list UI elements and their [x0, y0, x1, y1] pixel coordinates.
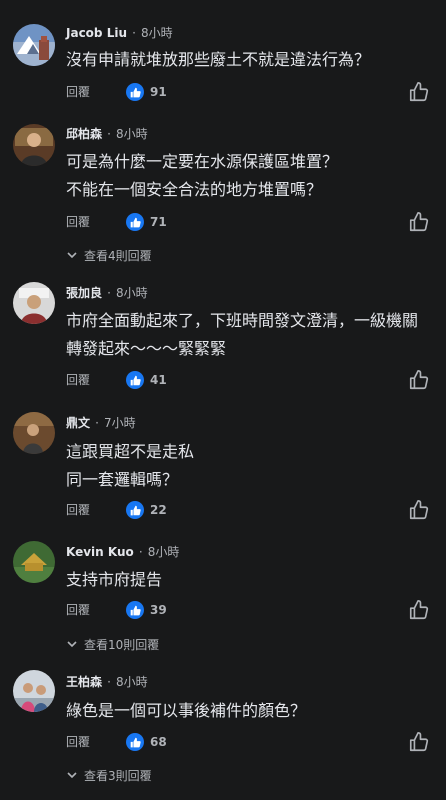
separator-dot: · — [138, 545, 143, 559]
comment-actions: 回覆 22 — [66, 499, 438, 521]
separator-dot: · — [107, 286, 111, 300]
thumbs-up-icon[interactable] — [408, 81, 430, 103]
comment-actions: 回覆 68 — [66, 731, 438, 753]
commenter-name[interactable]: 鼎文 — [66, 416, 90, 430]
commenter-name[interactable]: 王柏森 — [66, 675, 102, 689]
view-replies-link[interactable]: 查看4則回覆 — [66, 246, 152, 264]
comment-text: 支持市府提告 — [66, 566, 436, 594]
like-badge-icon — [126, 501, 144, 519]
like-badge-icon — [126, 733, 144, 751]
comment-line: 不能在一個安全合法的地方堆置嗎？ — [66, 180, 323, 199]
chevron-down-icon — [66, 249, 78, 261]
chevron-down-icon — [66, 638, 78, 650]
view-replies-link[interactable]: 查看10則回覆 — [66, 635, 159, 653]
reply-button[interactable]: 回覆 — [66, 214, 90, 230]
comment-line: 市府全面動起來了，下班時間發文澄清，一級機關 — [66, 311, 419, 330]
like-summary[interactable]: 22 — [126, 499, 167, 521]
comment-line: 沒有申請就堆放那些廢土不就是違法行為？ — [66, 50, 371, 69]
comment-actions: 回覆 91 — [66, 81, 438, 103]
comment-actions: 回覆 39 — [66, 599, 438, 621]
comment-line: 這跟買超不是走私 — [66, 442, 195, 461]
like-count: 91 — [150, 85, 167, 99]
like-badge-icon — [126, 213, 144, 231]
separator-dot: · — [132, 26, 136, 40]
comment-time[interactable]: 7小時 — [104, 416, 136, 430]
comment-line: 同一套邏輯嗎？ — [66, 470, 179, 489]
like-badge-icon — [126, 83, 144, 101]
comment-line: 綠色是一個可以事後補件的顏色？ — [66, 701, 307, 720]
commenter-name[interactable]: Jacob Liu — [66, 26, 127, 40]
reply-button[interactable]: 回覆 — [66, 84, 90, 100]
separator-dot: · — [107, 675, 111, 689]
comment-time[interactable]: 8小時 — [116, 675, 148, 689]
avatar[interactable] — [13, 670, 55, 712]
comment-line: 支持市府提告 — [66, 570, 163, 589]
thumbs-up-icon[interactable] — [408, 599, 430, 621]
like-count: 39 — [150, 603, 167, 617]
commenter-name[interactable]: 邱柏森 — [66, 127, 102, 141]
view-replies-link[interactable]: 查看3則回覆 — [66, 766, 152, 784]
commenter-name[interactable]: 張加良 — [66, 286, 102, 300]
like-badge-icon — [126, 371, 144, 389]
like-summary[interactable]: 41 — [126, 369, 167, 391]
like-count: 22 — [150, 503, 167, 517]
comment-header: 王柏森 · 8小時 — [66, 672, 148, 690]
avatar[interactable] — [13, 541, 55, 583]
like-summary[interactable]: 68 — [126, 731, 167, 753]
reply-button[interactable]: 回覆 — [66, 602, 90, 618]
comment-text: 綠色是一個可以事後補件的顏色？ — [66, 697, 436, 725]
like-count: 71 — [150, 215, 167, 229]
separator-dot: · — [107, 127, 111, 141]
reply-button[interactable]: 回覆 — [66, 502, 90, 518]
comment-text: 沒有申請就堆放那些廢土不就是違法行為？ — [66, 46, 436, 74]
like-summary[interactable]: 71 — [126, 211, 167, 233]
reply-button[interactable]: 回覆 — [66, 372, 90, 388]
commenter-name[interactable]: Kevin Kuo — [66, 545, 134, 559]
separator-dot: · — [95, 416, 99, 430]
thumbs-up-icon[interactable] — [408, 211, 430, 233]
thumbs-up-icon[interactable] — [408, 369, 430, 391]
like-badge-icon — [126, 601, 144, 619]
view-replies-label: 查看3則回覆 — [84, 768, 152, 783]
avatar[interactable] — [13, 124, 55, 166]
comment-header: 邱柏森 · 8小時 — [66, 124, 148, 142]
reply-button[interactable]: 回覆 — [66, 734, 90, 750]
comment-header: 鼎文 · 7小時 — [66, 413, 136, 431]
comment-time[interactable]: 8小時 — [116, 127, 148, 141]
comment-actions: 回覆 41 — [66, 369, 438, 391]
like-count: 68 — [150, 735, 167, 749]
comment-time[interactable]: 8小時 — [141, 26, 173, 40]
like-summary[interactable]: 39 — [126, 599, 167, 621]
comment-line: 轉發起來～～～緊緊緊 — [66, 339, 227, 358]
comment-header: Kevin Kuo · 8小時 — [66, 542, 179, 560]
thumbs-up-icon[interactable] — [408, 731, 430, 753]
comment-line: 可是為什麼一定要在水源保護區堆置？ — [66, 152, 339, 171]
comment-actions: 回覆 71 — [66, 211, 438, 233]
like-summary[interactable]: 91 — [126, 81, 167, 103]
comment-text: 這跟買超不是走私 同一套邏輯嗎？ — [66, 438, 436, 494]
thumbs-up-icon[interactable] — [408, 499, 430, 521]
comment-time[interactable]: 8小時 — [148, 545, 180, 559]
avatar[interactable] — [13, 412, 55, 454]
like-count: 41 — [150, 373, 167, 387]
comment-header: Jacob Liu · 8小時 — [66, 23, 173, 41]
comment-text: 市府全面動起來了，下班時間發文澄清，一級機關 轉發起來～～～緊緊緊 — [66, 307, 436, 363]
comment-text: 可是為什麼一定要在水源保護區堆置？ 不能在一個安全合法的地方堆置嗎？ — [66, 148, 436, 204]
comment-header: 張加良 · 8小時 — [66, 283, 148, 301]
view-replies-label: 查看10則回覆 — [84, 637, 160, 652]
avatar[interactable] — [13, 24, 55, 66]
comment-time[interactable]: 8小時 — [116, 286, 148, 300]
view-replies-label: 查看4則回覆 — [84, 248, 152, 263]
avatar[interactable] — [13, 282, 55, 324]
chevron-down-icon — [66, 769, 78, 781]
